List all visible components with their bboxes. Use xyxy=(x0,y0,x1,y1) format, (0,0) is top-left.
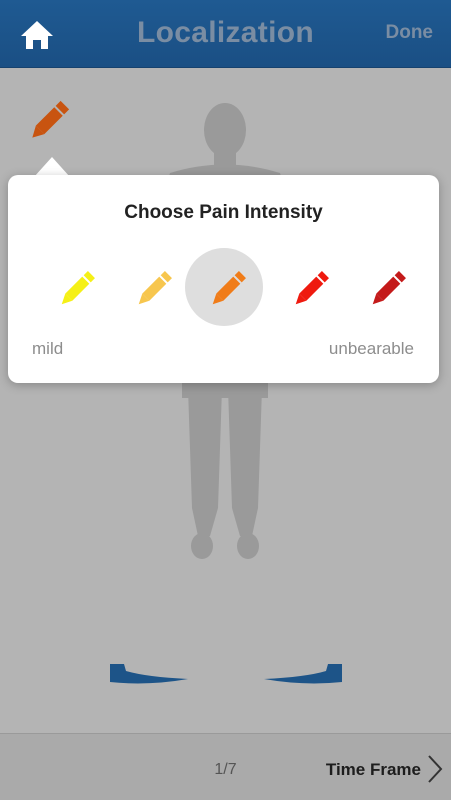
rotate-left-button[interactable] xyxy=(108,660,190,690)
pencil-icon xyxy=(212,271,246,305)
popover-title: Choose Pain Intensity xyxy=(124,202,323,223)
intensity-option-2[interactable] xyxy=(111,248,189,326)
intensity-option-4[interactable] xyxy=(268,248,346,326)
time-frame-label: Time Frame xyxy=(325,760,421,779)
intensity-option-1[interactable] xyxy=(34,248,112,326)
pencil-icon xyxy=(138,271,172,305)
bottom-toolbar: 1/7 Time Frame xyxy=(0,733,451,800)
pain-intensity-popover: Choose Pain Intensity mild unbearable xyxy=(8,175,439,383)
pencil-icon xyxy=(295,271,329,305)
nav-bar: Localization Done xyxy=(0,0,451,68)
page-title: Localization xyxy=(137,16,314,49)
pencil-icon xyxy=(372,271,406,305)
chevron-right-icon xyxy=(428,755,443,783)
time-frame-button[interactable]: Time Frame xyxy=(313,754,443,784)
pencil-icon xyxy=(61,271,95,305)
current-pencil-button[interactable] xyxy=(22,92,78,148)
scale-min-label: mild xyxy=(32,339,64,358)
scale-max-label: unbearable xyxy=(328,339,414,358)
done-button[interactable]: Done xyxy=(386,22,434,44)
pencil-icon xyxy=(32,100,70,138)
rotate-right-button[interactable] xyxy=(262,660,344,690)
intensity-option-3[interactable] xyxy=(185,248,263,326)
popover-arrow xyxy=(34,157,70,177)
intensity-option-5[interactable] xyxy=(345,248,423,326)
